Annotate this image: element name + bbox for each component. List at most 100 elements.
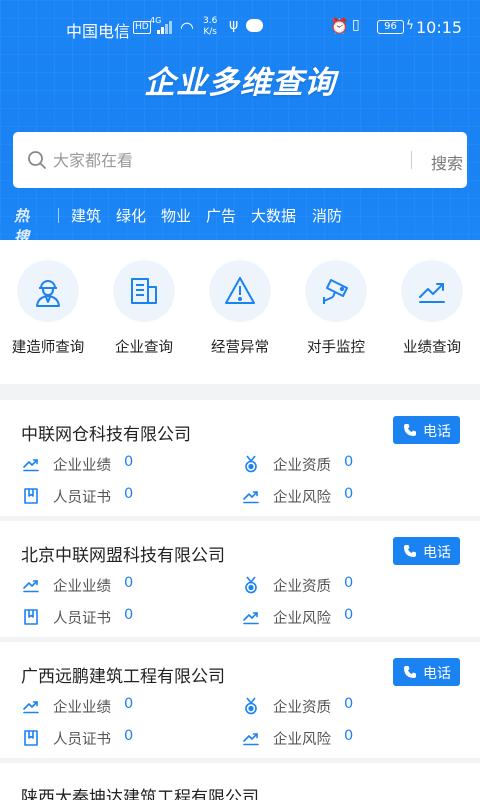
certificate-icon bbox=[24, 730, 38, 746]
stat-value: 0 bbox=[124, 728, 134, 744]
stat-label: 企业资质 bbox=[273, 700, 331, 716]
network-speed: 3.6 K/s bbox=[203, 16, 217, 38]
stat-label: 企业业绩 bbox=[53, 700, 111, 716]
feature-icon-bg bbox=[305, 260, 367, 322]
network-speed-unit: K/s bbox=[203, 27, 217, 37]
stat-label: 企业业绩 bbox=[53, 579, 111, 595]
feature-competitor-monitor[interactable]: 对手监控 bbox=[288, 260, 384, 357]
engineer-icon bbox=[36, 280, 60, 307]
network-speed-value: 3.6 bbox=[203, 16, 218, 26]
feature-company-query[interactable]: 企业查询 bbox=[96, 260, 192, 357]
stat-value: 0 bbox=[124, 607, 134, 623]
medal-icon bbox=[245, 455, 257, 473]
phone-button[interactable]: 电话 bbox=[393, 416, 460, 444]
feature-label: 业绩查询 bbox=[403, 340, 461, 356]
trend-icon bbox=[23, 580, 39, 593]
carrier-label: 中国电信 bbox=[66, 22, 131, 41]
alarm-icon: ⏰ bbox=[330, 17, 349, 35]
stat-label: 人员证书 bbox=[53, 490, 111, 506]
phone-icon bbox=[404, 424, 416, 436]
stat-value: 0 bbox=[124, 575, 134, 591]
hot-item-dashuju[interactable]: 大数据 bbox=[251, 205, 296, 226]
phone-icon bbox=[404, 545, 416, 557]
trend-icon bbox=[243, 733, 259, 746]
trend-icon bbox=[243, 612, 259, 625]
feature-icon-bg bbox=[113, 260, 175, 322]
stat-value: 0 bbox=[344, 728, 354, 744]
certificate-icon bbox=[24, 488, 38, 504]
warning-icon bbox=[225, 277, 255, 304]
feature-icon-bg bbox=[17, 260, 79, 322]
feature-label: 企业查询 bbox=[115, 340, 173, 356]
stat-label: 企业风险 bbox=[273, 732, 331, 748]
clock: 10:15 bbox=[416, 18, 463, 37]
stat-label: 人员证书 bbox=[53, 611, 111, 627]
phone-label: 电话 bbox=[423, 424, 451, 440]
wifi-icon: ◠ bbox=[180, 18, 194, 37]
trend-icon bbox=[243, 491, 259, 504]
hot-item-jianzhu[interactable]: 建筑 bbox=[71, 205, 101, 226]
search-button[interactable]: 搜索 bbox=[431, 150, 463, 174]
trend-icon bbox=[419, 283, 445, 303]
header: 中国电信 HD 4G ◠ 3.6 K/s ψ ⏰ ▯ 96 ϟ 10:15 企业… bbox=[0, 0, 480, 240]
company-card[interactable]: 北京中联网盟科技有限公司 电话 企业业绩 0 企业资质 0 人员证书 0 企业风… bbox=[0, 521, 480, 637]
company-card[interactable]: 广西远鹏建筑工程有限公司 电话 企业业绩 0 企业资质 0 人员证书 0 企业风… bbox=[0, 642, 480, 758]
phone-button[interactable]: 电话 bbox=[393, 537, 460, 565]
feature-constructor-query[interactable]: 建造师查询 bbox=[0, 260, 96, 357]
stat-label: 企业风险 bbox=[273, 611, 331, 627]
phone-button[interactable]: 电话 bbox=[393, 658, 460, 686]
stat-value: 0 bbox=[124, 696, 134, 712]
stat-value: 0 bbox=[344, 607, 354, 623]
phone-label: 电话 bbox=[423, 545, 451, 561]
feature-performance-query[interactable]: 业绩查询 bbox=[384, 260, 480, 357]
company-card[interactable]: 陕西大秦坤达建筑工程有限公司 bbox=[0, 763, 480, 800]
stat-value: 0 bbox=[344, 575, 354, 591]
hot-search-divider bbox=[58, 208, 59, 223]
search-divider bbox=[411, 151, 412, 169]
stat-label: 企业资质 bbox=[273, 458, 331, 474]
feature-label: 经营异常 bbox=[211, 340, 269, 356]
status-bar: 中国电信 HD 4G ◠ 3.6 K/s ψ ⏰ ▯ 96 ϟ 10:15 bbox=[0, 12, 480, 42]
page-title: 企业多维查询 bbox=[144, 65, 336, 101]
feature-icon-bg bbox=[209, 260, 271, 322]
stat-label: 企业业绩 bbox=[53, 458, 111, 474]
search-icon bbox=[28, 151, 46, 169]
signal-icon bbox=[157, 20, 175, 34]
feature-grid: 建造师查询 企业查询 经营异常 对手监控 业绩查询 bbox=[0, 240, 480, 384]
usb-icon: ψ bbox=[229, 17, 239, 33]
company-name: 中联网仓科技有限公司 bbox=[21, 425, 191, 445]
feature-business-abnormal[interactable]: 经营异常 bbox=[192, 260, 288, 357]
certificate-icon bbox=[24, 609, 38, 625]
medal-icon bbox=[245, 576, 257, 594]
hot-item-xiaofang[interactable]: 消防 bbox=[312, 205, 342, 226]
stat-label: 企业风险 bbox=[273, 490, 331, 506]
charging-icon: ϟ bbox=[406, 18, 414, 32]
hot-item-guanggao[interactable]: 广告 bbox=[206, 205, 236, 226]
stat-value: 0 bbox=[344, 454, 354, 470]
stat-label: 企业资质 bbox=[273, 579, 331, 595]
company-card[interactable]: 中联网仓科技有限公司 电话 企业业绩 0 企业资质 0 人员证书 0 企业风险 … bbox=[0, 400, 480, 516]
battery-icon: 96 bbox=[377, 20, 404, 34]
stat-value: 0 bbox=[124, 454, 134, 470]
search-input[interactable] bbox=[53, 142, 393, 178]
company-name: 北京中联网盟科技有限公司 bbox=[21, 546, 225, 566]
feature-label: 建造师查询 bbox=[11, 340, 85, 356]
trend-icon bbox=[23, 701, 39, 714]
camera-icon bbox=[323, 279, 348, 304]
feature-icon-bg bbox=[401, 260, 463, 322]
company-name: 广西远鹏建筑工程有限公司 bbox=[21, 667, 225, 687]
company-name: 陕西大秦坤达建筑工程有限公司 bbox=[21, 788, 259, 800]
phone-icon bbox=[404, 666, 416, 678]
search-box[interactable]: 搜索 bbox=[13, 132, 467, 188]
hot-search-label: 热搜 bbox=[14, 207, 30, 240]
stat-value: 0 bbox=[344, 486, 354, 502]
stat-value: 0 bbox=[344, 696, 354, 712]
phone-label: 电话 bbox=[423, 666, 451, 682]
stat-label: 人员证书 bbox=[53, 732, 111, 748]
hot-item-lvhua[interactable]: 绿化 bbox=[116, 205, 146, 226]
trend-icon bbox=[23, 459, 39, 472]
feature-label: 对手监控 bbox=[307, 340, 365, 356]
hd-badge: HD bbox=[133, 21, 151, 34]
vibrate-icon: ▯ bbox=[352, 17, 360, 33]
hot-item-wuye[interactable]: 物业 bbox=[161, 205, 191, 226]
